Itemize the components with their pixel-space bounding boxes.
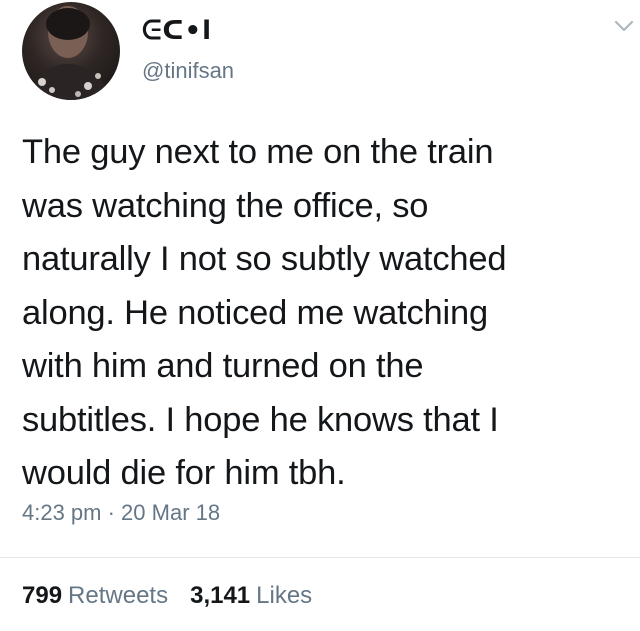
chevron-down-icon[interactable] [610,12,638,40]
display-name[interactable]: ᕮᑕ•l [142,16,212,47]
tweet-text: The guy next to me on the train was watc… [22,133,507,492]
retweets-count: 799 [22,582,63,609]
tweet-card: ᕮᑕ•l @tinifsan The guy next to me on the… [0,0,640,631]
tweet-timestamp[interactable]: 4:23 pm · 20 Mar 18 [22,500,220,526]
retweets-label: Retweets [68,582,169,609]
avatar[interactable] [22,2,120,100]
likes-count: 3,141 [190,582,251,609]
tweet-stats: 799 Retweets 3,141 Likes [22,582,312,610]
retweets-stat[interactable]: 799 Retweets [22,582,168,610]
divider [0,557,640,558]
profile-photo-icon [30,6,112,100]
likes-label: Likes [256,582,313,609]
likes-stat[interactable]: 3,141 Likes [190,582,312,610]
user-handle[interactable]: @tinifsan [142,58,234,84]
